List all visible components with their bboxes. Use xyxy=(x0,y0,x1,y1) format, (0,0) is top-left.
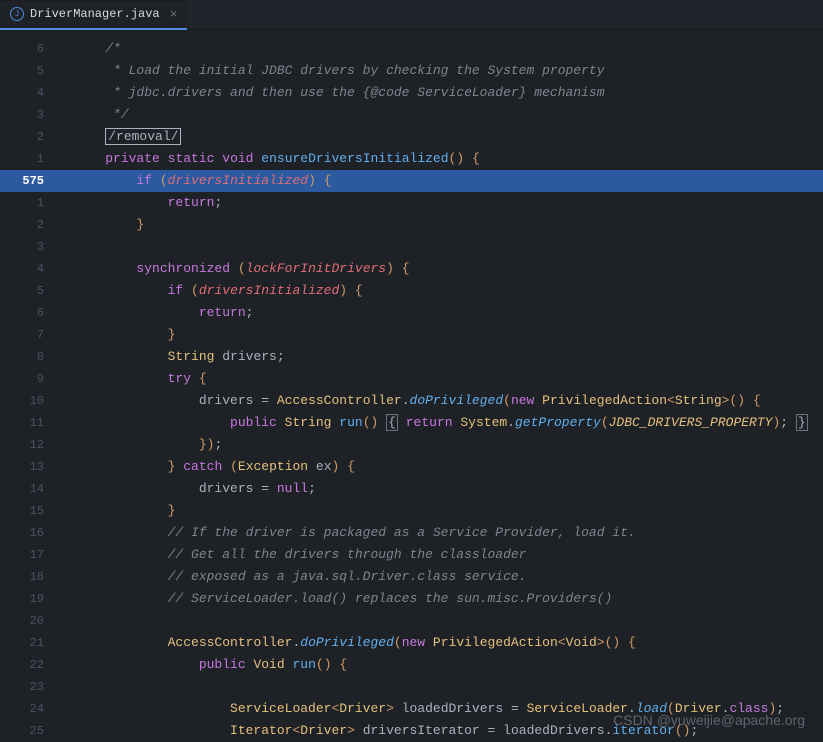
code-line: * Load the initial JDBC drivers by check… xyxy=(70,60,823,82)
line-number: 12 xyxy=(0,434,70,456)
code-line-current: if (driversInitialized) { xyxy=(70,170,823,192)
line-gutter: 6 5 4 3 2 1 575 1 2 3 4 5 6 7 8 9 10 11 … xyxy=(0,30,70,740)
code-line: } catch (Exception ex) { xyxy=(70,456,823,478)
code-line: AccessController.doPrivileged(new Privil… xyxy=(70,632,823,654)
line-number: 20 xyxy=(0,610,70,632)
code-line: /* xyxy=(70,38,823,60)
tab-filename: DriverManager.java xyxy=(30,7,160,21)
code-line: if (driversInitialized) { xyxy=(70,280,823,302)
watermark-text: CSDN @yuweijie@apache.org xyxy=(613,712,805,728)
line-number: 5 xyxy=(0,60,70,82)
code-line: return; xyxy=(70,302,823,324)
code-line: // Get all the drivers through the class… xyxy=(70,544,823,566)
line-number: 23 xyxy=(0,676,70,698)
line-number: 2 xyxy=(0,126,70,148)
line-number: 18 xyxy=(0,566,70,588)
code-line: return; xyxy=(70,192,823,214)
code-content[interactable]: /* * Load the initial JDBC drivers by ch… xyxy=(70,30,823,740)
line-number: 3 xyxy=(0,104,70,126)
line-number: 6 xyxy=(0,302,70,324)
line-number: 1 xyxy=(0,192,70,214)
code-line: } xyxy=(70,500,823,522)
code-line: } xyxy=(70,214,823,236)
line-number: 7 xyxy=(0,324,70,346)
code-line: try { xyxy=(70,368,823,390)
close-icon[interactable]: × xyxy=(170,7,178,22)
code-line: drivers = AccessController.doPrivileged(… xyxy=(70,390,823,412)
code-editor[interactable]: 6 5 4 3 2 1 575 1 2 3 4 5 6 7 8 9 10 11 … xyxy=(0,30,823,740)
java-file-icon: J xyxy=(10,7,24,21)
line-number: 8 xyxy=(0,346,70,368)
tab-file[interactable]: J DriverManager.java × xyxy=(0,0,187,30)
code-line: // ServiceLoader.load() replaces the sun… xyxy=(70,588,823,610)
code-line: synchronized (lockForInitDrivers) { xyxy=(70,258,823,280)
line-number: 2 xyxy=(0,214,70,236)
line-number: 13 xyxy=(0,456,70,478)
line-number: 1 xyxy=(0,148,70,170)
line-number: 24 xyxy=(0,698,70,720)
code-line: * jdbc.drivers and then use the {@code S… xyxy=(70,82,823,104)
code-line: }); xyxy=(70,434,823,456)
code-line: } xyxy=(70,324,823,346)
line-number: 10 xyxy=(0,390,70,412)
line-number: 22 xyxy=(0,654,70,676)
current-line-number: 575 xyxy=(0,170,70,192)
code-line: drivers = null; xyxy=(70,478,823,500)
code-line: // exposed as a java.sql.Driver.class se… xyxy=(70,566,823,588)
code-line xyxy=(70,610,823,632)
code-line: public Void run() { xyxy=(70,654,823,676)
code-line: private static void ensureDriversInitial… xyxy=(70,148,823,170)
line-number: 16 xyxy=(0,522,70,544)
code-line: String drivers; xyxy=(70,346,823,368)
line-number: 19 xyxy=(0,588,70,610)
line-number: 3 xyxy=(0,236,70,258)
line-number: 17 xyxy=(0,544,70,566)
code-line: // If the driver is packaged as a Servic… xyxy=(70,522,823,544)
line-number: 5 xyxy=(0,280,70,302)
code-line: */ xyxy=(70,104,823,126)
code-line: public String run() { return System.getP… xyxy=(70,412,823,434)
line-number: 15 xyxy=(0,500,70,522)
line-number: 14 xyxy=(0,478,70,500)
line-number: 4 xyxy=(0,258,70,280)
code-line xyxy=(70,236,823,258)
line-number: 11 xyxy=(0,412,70,434)
line-number: 4 xyxy=(0,82,70,104)
line-number: 21 xyxy=(0,632,70,654)
line-number: 9 xyxy=(0,368,70,390)
line-number: 6 xyxy=(0,38,70,60)
line-number: 25 xyxy=(0,720,70,742)
code-line xyxy=(70,676,823,698)
tab-bar: J DriverManager.java × xyxy=(0,0,823,30)
code-line: /removal/ xyxy=(70,126,823,148)
